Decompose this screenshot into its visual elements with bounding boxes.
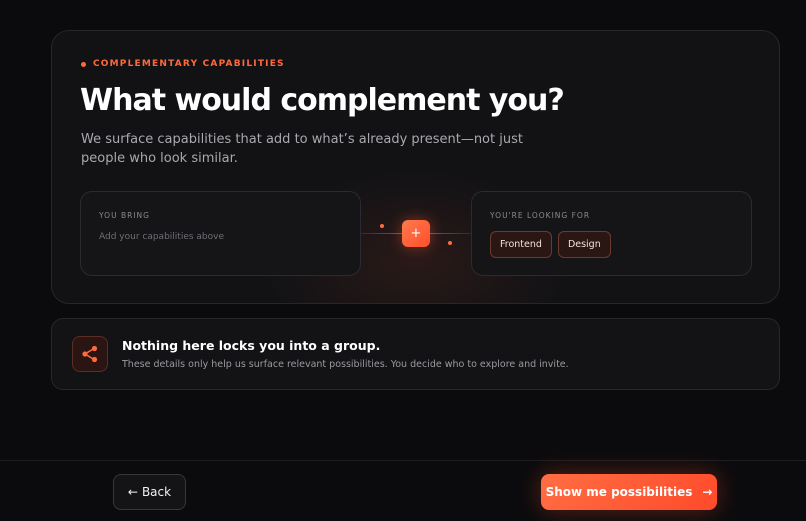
looking-for-label: YOU'RE LOOKING FOR: [490, 211, 591, 220]
info-card: Nothing here locks you into a group. The…: [51, 318, 780, 390]
page-subtitle: We surface capabilities that add to what…: [81, 132, 523, 166]
show-possibilities-label: Show me possibilities: [545, 485, 693, 499]
hero-card: COMPLEMENTARY CAPABILITIES What would co…: [51, 30, 780, 304]
footer-bar: ← Back Show me possibilities →: [0, 460, 806, 521]
eyebrow: COMPLEMENTARY CAPABILITIES: [81, 59, 285, 69]
share-icon: [72, 336, 108, 372]
info-text: These details only help us surface relev…: [122, 359, 569, 370]
spark-dot: [448, 241, 452, 245]
you-bring-panel[interactable]: YOU BRING Add your capabilities above: [80, 191, 361, 276]
you-bring-placeholder: Add your capabilities above: [99, 232, 225, 242]
plus-icon[interactable]: +: [402, 220, 430, 247]
arrow-left-icon: ←: [127, 485, 138, 499]
eyebrow-dot: [81, 61, 86, 67]
arrow-right-icon: →: [702, 485, 713, 499]
tag-design[interactable]: Design: [557, 231, 611, 258]
looking-for-panel: YOU'RE LOOKING FOR Frontend Design: [471, 191, 752, 276]
back-button[interactable]: ← Back: [113, 474, 186, 510]
page-title: What would complement you?: [80, 83, 565, 118]
tag-list: Frontend Design: [490, 231, 611, 258]
spark-dot: [380, 224, 384, 228]
eyebrow-label: COMPLEMENTARY CAPABILITIES: [93, 59, 285, 69]
you-bring-label: YOU BRING: [99, 211, 150, 220]
info-title: Nothing here locks you into a group.: [122, 338, 381, 353]
show-possibilities-button[interactable]: Show me possibilities →: [541, 474, 717, 510]
tag-frontend[interactable]: Frontend: [490, 231, 552, 258]
back-button-label: Back: [141, 485, 172, 499]
